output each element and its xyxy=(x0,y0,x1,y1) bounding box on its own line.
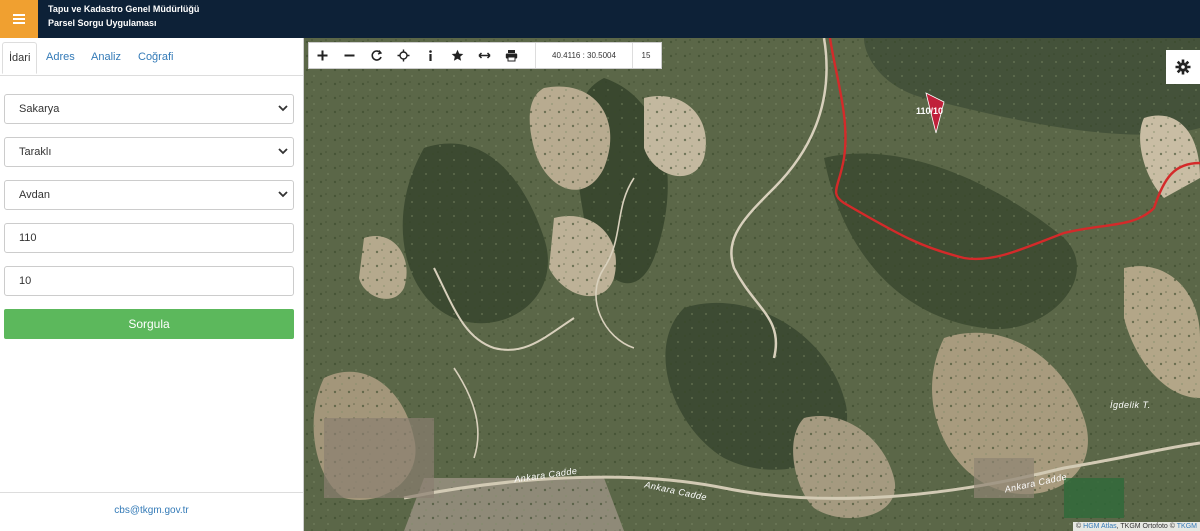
place-label-igdelik: İgdelik T. xyxy=(1110,400,1151,410)
map-attribution: © HGM Atlas, TKGM Ortofoto © TKGM xyxy=(1073,522,1200,531)
print-icon xyxy=(505,50,518,62)
map-toolbar: 40.4116 : 30.5004 15 xyxy=(308,42,662,69)
locate-icon xyxy=(397,49,410,62)
province-select[interactable]: Sakarya xyxy=(4,94,294,124)
parcel-value: 10 xyxy=(19,275,32,287)
chevron-down-icon xyxy=(278,148,288,155)
attribution-prefix: © xyxy=(1076,523,1082,530)
settings-button[interactable] xyxy=(1166,50,1200,84)
measure-button[interactable] xyxy=(471,43,498,68)
neighborhood-value: Avdan xyxy=(19,189,50,201)
tkgm-link[interactable]: TKGM xyxy=(1177,523,1197,530)
refresh-icon xyxy=(371,50,383,61)
query-sidebar: İdari Adres Analiz Coğrafi Sakarya Tarak… xyxy=(0,38,304,531)
info-icon xyxy=(429,50,432,61)
app-header: Tapu ve Kadastro Genel Müdürlüğü Parsel … xyxy=(0,0,1200,38)
tab-cografi[interactable]: Coğrafi xyxy=(132,42,179,74)
gear-icon xyxy=(1175,59,1191,75)
contact-email-link[interactable]: cbs@tkgm.gov.tr xyxy=(0,492,303,531)
parcel-label: 110/10 xyxy=(916,106,944,116)
print-button[interactable] xyxy=(498,43,525,68)
neighborhood-select[interactable]: Avdan xyxy=(4,180,294,210)
map-view[interactable]: 110/10 Ankara Cadde Ankara Cadde Ankara … xyxy=(304,38,1200,531)
info-button[interactable] xyxy=(417,43,444,68)
query-tabs: İdari Adres Analiz Coğrafi xyxy=(0,38,303,76)
star-icon xyxy=(451,49,464,61)
tab-idari[interactable]: İdari xyxy=(2,42,38,74)
query-button[interactable]: Sorgula xyxy=(4,309,294,339)
tab-analiz[interactable]: Analiz xyxy=(85,42,127,74)
app-title: Tapu ve Kadastro Genel Müdürlüğü xyxy=(48,4,200,14)
province-value: Sakarya xyxy=(19,103,60,115)
attribution-middle: , TKGM Ortofoto © xyxy=(1116,523,1175,530)
district-value: Taraklı xyxy=(19,146,52,158)
hgm-atlas-link[interactable]: HGM Atlas xyxy=(1083,523,1116,530)
zoom-out-button[interactable] xyxy=(336,43,363,68)
locate-button[interactable] xyxy=(390,43,417,68)
tab-adres[interactable]: Adres xyxy=(40,42,81,74)
menu-button[interactable] xyxy=(0,0,38,38)
chevron-down-icon xyxy=(278,105,288,112)
district-select[interactable]: Taraklı xyxy=(4,137,294,167)
app-subtitle: Parsel Sorgu Uygulaması xyxy=(48,18,157,28)
block-value: 110 xyxy=(19,232,37,244)
hamburger-icon xyxy=(13,12,25,26)
minus-icon xyxy=(344,54,355,57)
measure-icon xyxy=(478,52,491,59)
block-input[interactable]: 110 xyxy=(4,223,294,253)
plus-icon xyxy=(317,50,328,61)
favorite-button[interactable] xyxy=(444,43,471,68)
coordinate-readout: 40.4116 : 30.5004 xyxy=(535,43,633,68)
satellite-imagery xyxy=(304,38,1200,531)
zoom-in-button[interactable] xyxy=(309,43,336,68)
refresh-button[interactable] xyxy=(363,43,390,68)
chevron-down-icon xyxy=(278,191,288,198)
parcel-input[interactable]: 10 xyxy=(4,266,294,296)
zoom-level: 15 xyxy=(641,51,651,60)
